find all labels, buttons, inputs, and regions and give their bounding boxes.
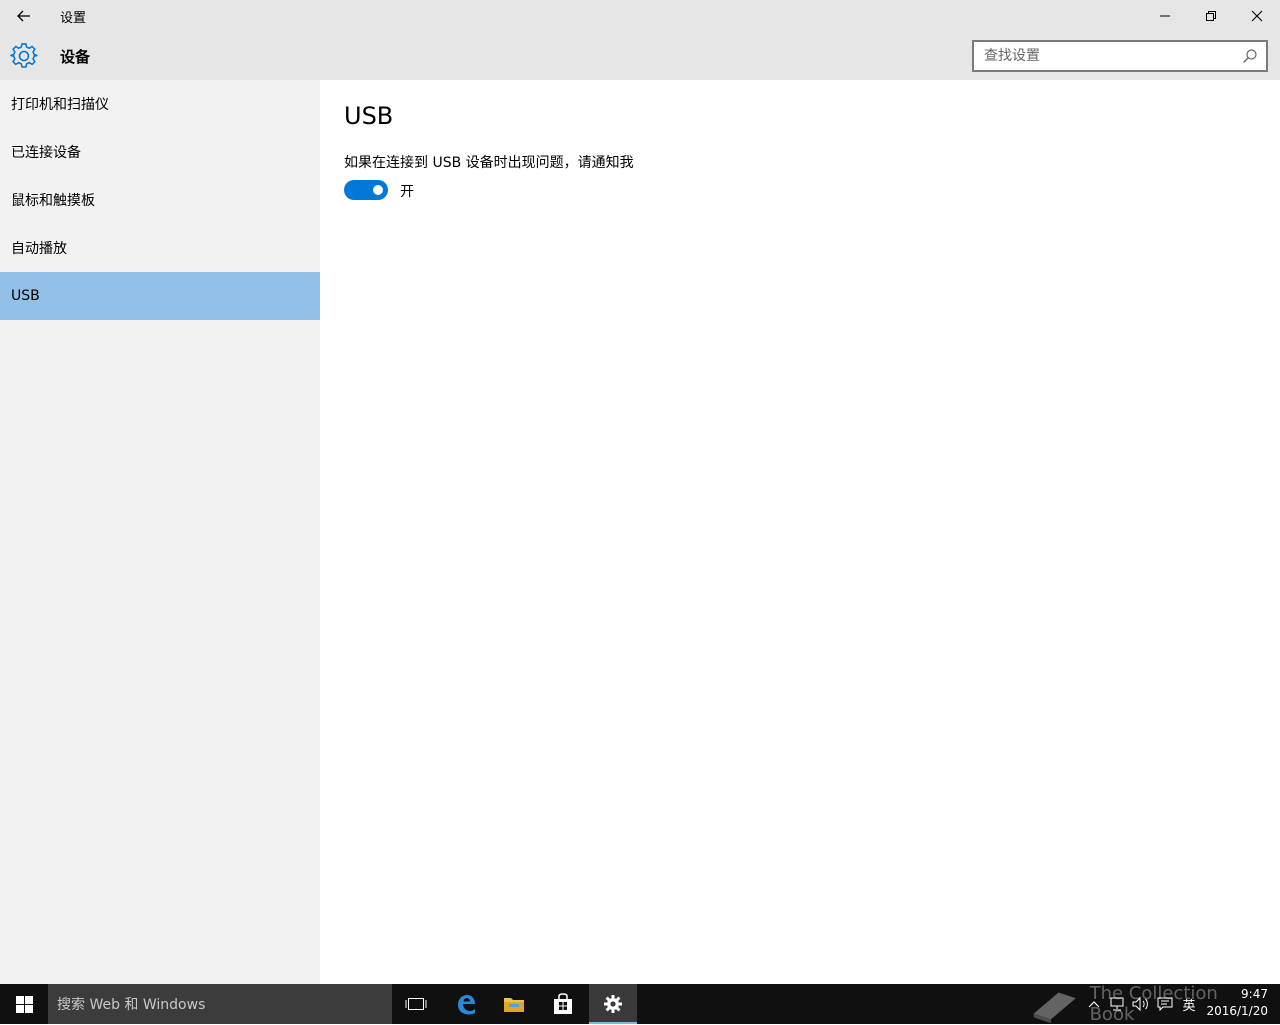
restore-button[interactable] <box>1188 0 1234 32</box>
clock-time: 9:47 <box>1241 987 1268 1001</box>
folder-icon <box>504 998 524 1012</box>
close-button[interactable] <box>1234 0 1280 32</box>
back-button[interactable] <box>0 0 48 32</box>
title-bar: 设置 <box>0 0 1280 32</box>
sidebar-item-label: 鼠标和触摸板 <box>11 193 95 209</box>
minimize-icon <box>1160 15 1170 17</box>
page-header: 设备 <box>0 32 1280 80</box>
clock-date: 2016/1/20 <box>1206 1004 1268 1018</box>
network-icon <box>1110 997 1124 1011</box>
edge-icon <box>458 995 475 1015</box>
minimize-button[interactable] <box>1142 0 1188 32</box>
search-input[interactable] <box>974 42 1234 70</box>
task-view-button[interactable] <box>392 984 440 1024</box>
sidebar-item-autoplay[interactable]: 自动播放 <box>0 224 320 272</box>
sidebar-item-label: 自动播放 <box>11 241 67 257</box>
sidebar-item-printers[interactable]: 打印机和扫描仪 <box>0 80 320 128</box>
toggle-state-label: 开 <box>400 184 414 200</box>
usb-notify-toggle[interactable] <box>344 180 388 200</box>
task-view-icon <box>405 998 427 1010</box>
section-title: USB <box>344 102 394 130</box>
usb-notify-label: 如果在连接到 USB 设备时出现问题，请通知我 <box>344 155 634 171</box>
sidebar-item-mouse-touchpad[interactable]: 鼠标和触摸板 <box>0 176 320 224</box>
volume-icon <box>1132 997 1148 1011</box>
arrow-left-icon <box>17 10 30 22</box>
sidebar: 打印机和扫描仪 已连接设备 鼠标和触摸板 自动播放 USB <box>0 80 320 984</box>
taskbar-store[interactable] <box>539 984 587 1024</box>
search-icon[interactable] <box>1242 48 1258 64</box>
sidebar-item-label: USB <box>11 288 40 304</box>
tray-volume[interactable] <box>1130 984 1152 1024</box>
store-icon <box>554 993 572 1014</box>
gear-icon <box>604 995 622 1013</box>
chevron-up-icon <box>1088 1001 1100 1008</box>
sidebar-item-label: 已连接设备 <box>11 145 81 161</box>
taskbar-search-text: 搜索 Web 和 Windows <box>57 997 206 1013</box>
content-pane: USB 如果在连接到 USB 设备时出现问题，请通知我 开 <box>320 80 1280 984</box>
sidebar-item-connected-devices[interactable]: 已连接设备 <box>0 128 320 176</box>
taskbar: 搜索 Web 和 Windows The Collection Book 英 9… <box>0 983 1280 1025</box>
ime-indicator: 英 <box>1182 998 1196 1014</box>
window-title: 设置 <box>60 11 87 26</box>
tray-notifications[interactable] <box>1154 984 1176 1024</box>
close-icon <box>1251 10 1263 22</box>
taskbar-settings[interactable] <box>589 984 637 1024</box>
tray-overflow[interactable] <box>1086 984 1102 1024</box>
sidebar-item-usb[interactable]: USB <box>0 272 320 320</box>
tray-network[interactable] <box>1106 984 1128 1024</box>
gear-icon <box>10 43 38 68</box>
taskbar-clock[interactable]: 9:47 2016/1/20 <box>1196 986 1280 1022</box>
message-icon <box>1157 997 1173 1011</box>
taskbar-explorer[interactable] <box>490 984 538 1024</box>
sidebar-item-label: 打印机和扫描仪 <box>11 97 109 113</box>
book-icon <box>1033 992 1076 1024</box>
taskbar-edge[interactable] <box>442 984 490 1024</box>
restore-icon <box>1206 11 1216 21</box>
search-box[interactable] <box>972 40 1268 72</box>
taskbar-search[interactable]: 搜索 Web 和 Windows <box>48 984 392 1024</box>
windows-logo-icon <box>15 995 33 1013</box>
start-button[interactable] <box>0 984 48 1024</box>
toggle-knob <box>373 185 383 195</box>
page-title: 设备 <box>60 48 91 66</box>
